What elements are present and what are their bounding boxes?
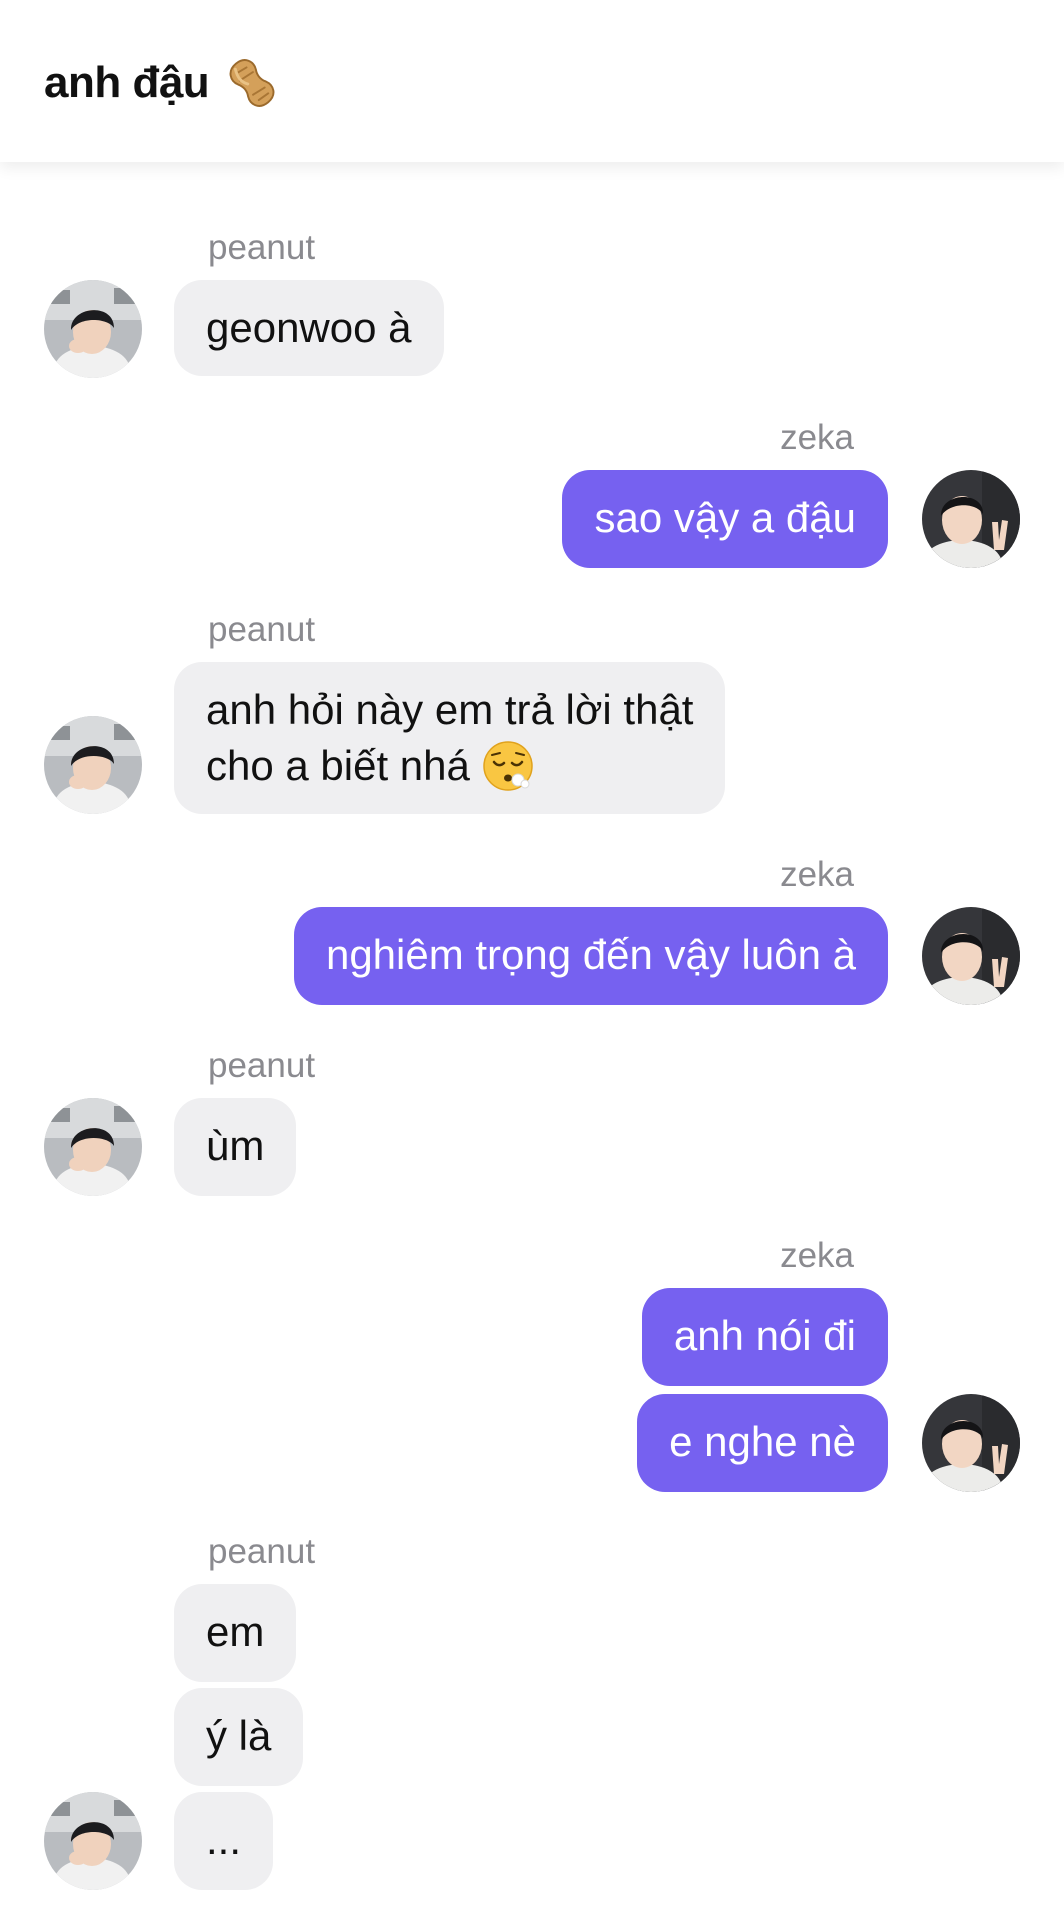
message-bubble-incoming[interactable]: geonwoo à <box>174 280 444 376</box>
avatar-peanut-image-icon <box>44 280 142 378</box>
avatar-peanut-image-icon <box>44 716 142 814</box>
avatar-peanut[interactable] <box>44 1792 142 1890</box>
chat-header: anh đậu <box>0 0 1064 162</box>
message-bubble-incoming[interactable]: em <box>174 1584 297 1682</box>
avatar-zeka-image-icon <box>922 1394 1020 1492</box>
sighing-face-emoji-icon <box>483 741 533 791</box>
message-line-with-emoji: cho a biết nhá <box>206 738 693 794</box>
peanut-emoji-icon <box>229 59 275 107</box>
avatar-peanut-image-icon <box>44 1098 142 1196</box>
message-bubble-incoming[interactable]: ùm <box>174 1098 297 1196</box>
avatar-zeka-image-icon <box>922 470 1020 568</box>
sender-label: peanut <box>208 228 316 267</box>
chat-title: anh đậu <box>44 58 210 107</box>
sender-label: zeka <box>780 1236 854 1275</box>
message-bubble-incoming[interactable]: ... <box>174 1792 274 1890</box>
message-line: anh hỏi này em trả lời thật <box>206 686 694 733</box>
message-bubble-outgoing[interactable]: anh nói đi <box>641 1288 888 1386</box>
sender-label: peanut <box>208 610 316 649</box>
message-bubble-outgoing[interactable]: e nghe nè <box>637 1394 888 1492</box>
avatar-zeka[interactable] <box>922 1394 1020 1492</box>
message-bubble-incoming[interactable]: anh hỏi này em trả lời thật cho a biết n… <box>174 662 726 814</box>
avatar-zeka[interactable] <box>922 907 1020 1005</box>
avatar-peanut-image-icon <box>44 1792 142 1890</box>
sender-label: zeka <box>780 418 854 457</box>
sender-label: zeka <box>780 855 854 894</box>
avatar-peanut[interactable] <box>44 1098 142 1196</box>
avatar-zeka-image-icon <box>922 907 1020 1005</box>
avatar-zeka[interactable] <box>922 470 1020 568</box>
avatar-peanut[interactable] <box>44 280 142 378</box>
message-bubble-incoming[interactable]: ý là <box>174 1688 304 1786</box>
message-line: cho a biết nhá <box>206 742 470 789</box>
avatar-peanut[interactable] <box>44 716 142 814</box>
message-bubble-outgoing[interactable]: sao vậy a đậu <box>562 470 888 568</box>
message-bubble-outgoing[interactable]: nghiêm trọng đến vậy luôn à <box>293 907 888 1005</box>
sender-label: peanut <box>208 1046 316 1085</box>
chat-title-wrap[interactable]: anh đậu <box>44 54 281 112</box>
sender-label: peanut <box>208 1532 316 1571</box>
